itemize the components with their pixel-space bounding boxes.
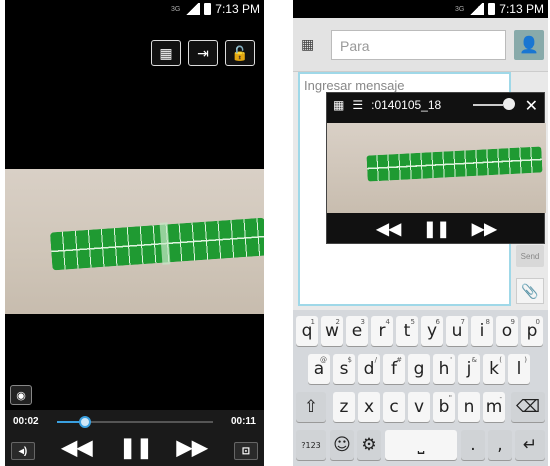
key-o[interactable]: o9 (496, 316, 518, 346)
pause-icon[interactable]: ❚❚ (119, 435, 153, 460)
fast-forward-icon[interactable]: ▶▶ (177, 435, 208, 460)
exit-icon[interactable]: ⇥ (188, 40, 218, 66)
key-e[interactable]: e3 (346, 316, 368, 346)
contact-icon[interactable]: 👤 (514, 30, 544, 60)
key-r[interactable]: r4 (371, 316, 393, 346)
key-k[interactable]: k( (483, 354, 505, 384)
to-field[interactable]: Para (331, 30, 506, 60)
volume-handle[interactable] (503, 98, 515, 110)
key-b[interactable]: b " (433, 392, 455, 422)
attach-icon[interactable]: 📎 (516, 278, 544, 304)
period-key[interactable]: . (461, 430, 485, 460)
close-icon[interactable]: ✕ (525, 96, 538, 116)
playlist-icon[interactable]: ☰ (352, 98, 363, 112)
key-v[interactable]: v (408, 392, 430, 422)
key-x[interactable]: x (358, 392, 380, 422)
status-time: 7:13 PM (215, 2, 260, 16)
seek-bar[interactable] (57, 416, 213, 428)
keyboard: q 1 w 2 e 3 r 4 t 5 y 6 u 7 i 8 o 9 p 0 a @ s $ d / f # g h ' j & k(l) ⇧ z x… (293, 310, 548, 466)
space-key[interactable]: ⎵ (385, 430, 457, 460)
message-placeholder: Ingresar mensaje (304, 78, 405, 93)
capture-icon[interactable]: ◉ (10, 385, 32, 405)
enter-key[interactable]: ↵ (515, 430, 545, 460)
key-t[interactable]: t5 (396, 316, 418, 346)
total-time: 00:11 (230, 416, 256, 427)
key-f[interactable]: f # (383, 354, 405, 384)
key-s[interactable]: s $ (333, 354, 355, 384)
backspace-key[interactable]: ⌫ (511, 392, 545, 422)
seek-handle[interactable] (79, 416, 92, 428)
key-l[interactable]: l) (508, 354, 530, 384)
settings-key[interactable]: ⚙ (357, 430, 381, 460)
popup-player-icon[interactable]: ⊡ (234, 442, 258, 460)
key-n[interactable]: n (458, 392, 480, 422)
volume-slider[interactable] (473, 104, 503, 106)
key-i[interactable]: i8 (471, 316, 493, 346)
network-indicator: 3G (454, 5, 465, 13)
key-a[interactable]: a @ (308, 354, 330, 384)
template-icon[interactable]: ▦ (151, 40, 181, 66)
status-time: 7:13 PM (499, 2, 544, 16)
messaging-screen: 3G 7:13 PM ▦ Para 👤 Ingresar mensaje Sen… (293, 0, 548, 466)
battery-icon (204, 3, 212, 15)
send-button[interactable]: Send (516, 245, 544, 267)
video-player-screen: 3G 7:13 PM ▦ ⇥ 🔓 ◉ 00:02 00:11 ◂) ◀◀ ❚❚ … (5, 0, 264, 466)
status-bar: 3G 7:13 PM (5, 0, 264, 18)
fullscreen-icon[interactable]: ▦ (333, 98, 344, 112)
key-d[interactable]: d / (358, 354, 380, 384)
playback-controls: 00:02 00:11 ◂) ◀◀ ❚❚ ▶▶ ⊡ (5, 410, 264, 466)
key-c[interactable]: c (383, 392, 405, 422)
popup-player[interactable]: ▦ ☰ :0140105_18 ✕ ◀◀ ❚❚ ▶▶ (326, 92, 546, 244)
volume-icon[interactable]: ◂) (11, 442, 35, 460)
key-g[interactable]: g (408, 354, 430, 384)
status-bar: 3G 7:13 PM (293, 0, 548, 18)
unlock-icon[interactable]: 🔓 (225, 40, 255, 66)
rewind-icon[interactable]: ◀◀ (376, 219, 401, 239)
fast-forward-icon[interactable]: ▶▶ (472, 219, 497, 239)
popup-title: :0140105_18 (371, 98, 442, 112)
key-u[interactable]: u7 (446, 316, 468, 346)
key-w[interactable]: w2 (321, 316, 343, 346)
popup-controls: ◀◀ ❚❚ ▶▶ (327, 215, 546, 243)
key-q[interactable]: q1 (296, 316, 318, 346)
emoji-key[interactable]: ☺ (330, 430, 354, 460)
shift-key[interactable]: ⇧ (296, 392, 326, 422)
battery-icon (488, 3, 496, 15)
key-y[interactable]: y6 (421, 316, 443, 346)
elapsed-time: 00:02 (13, 416, 39, 427)
key-m[interactable]: m- (483, 392, 505, 422)
signal-icon (468, 3, 485, 15)
key-h[interactable]: h ' (433, 354, 455, 384)
pause-icon[interactable]: ❚❚ (423, 219, 450, 239)
symbols-key[interactable]: ?123 (296, 430, 326, 460)
key-j[interactable]: j & (458, 354, 480, 384)
network-indicator: 3G (170, 5, 181, 13)
key-z[interactable]: z (333, 392, 355, 422)
rewind-icon[interactable]: ◀◀ (62, 435, 93, 460)
key-p[interactable]: p0 (521, 316, 543, 346)
template-icon[interactable]: ▦ (301, 36, 319, 54)
comma-key[interactable]: , (488, 430, 512, 460)
signal-icon (184, 3, 201, 15)
